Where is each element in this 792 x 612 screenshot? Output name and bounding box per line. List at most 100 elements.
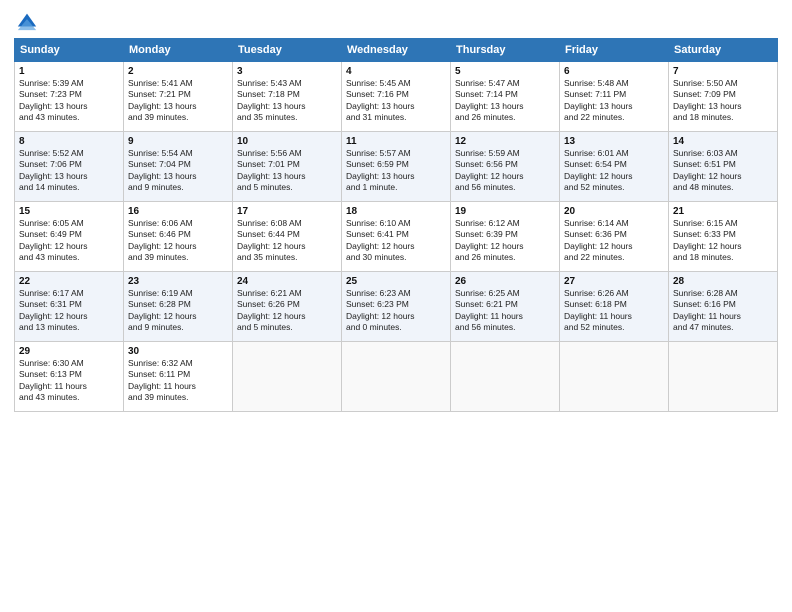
week-row-2: 8Sunrise: 5:52 AMSunset: 7:06 PMDaylight… bbox=[15, 132, 778, 202]
calendar-cell: 5Sunrise: 5:47 AMSunset: 7:14 PMDaylight… bbox=[451, 62, 560, 132]
col-header-monday: Monday bbox=[124, 39, 233, 62]
day-info: Sunrise: 6:03 AMSunset: 6:51 PMDaylight:… bbox=[673, 148, 773, 194]
day-info: Sunrise: 6:08 AMSunset: 6:44 PMDaylight:… bbox=[237, 218, 337, 264]
calendar-cell: 25Sunrise: 6:23 AMSunset: 6:23 PMDayligh… bbox=[342, 272, 451, 342]
day-info: Sunrise: 6:17 AMSunset: 6:31 PMDaylight:… bbox=[19, 288, 119, 334]
calendar-cell: 18Sunrise: 6:10 AMSunset: 6:41 PMDayligh… bbox=[342, 202, 451, 272]
calendar-cell: 28Sunrise: 6:28 AMSunset: 6:16 PMDayligh… bbox=[669, 272, 778, 342]
calendar-cell: 23Sunrise: 6:19 AMSunset: 6:28 PMDayligh… bbox=[124, 272, 233, 342]
day-number: 18 bbox=[346, 206, 446, 217]
page: SundayMondayTuesdayWednesdayThursdayFrid… bbox=[0, 0, 792, 612]
day-info: Sunrise: 6:23 AMSunset: 6:23 PMDaylight:… bbox=[346, 288, 446, 334]
day-number: 7 bbox=[673, 66, 773, 77]
day-number: 14 bbox=[673, 136, 773, 147]
calendar-cell: 9Sunrise: 5:54 AMSunset: 7:04 PMDaylight… bbox=[124, 132, 233, 202]
calendar-cell: 21Sunrise: 6:15 AMSunset: 6:33 PMDayligh… bbox=[669, 202, 778, 272]
calendar-cell: 26Sunrise: 6:25 AMSunset: 6:21 PMDayligh… bbox=[451, 272, 560, 342]
calendar-cell bbox=[233, 342, 342, 412]
calendar-cell: 8Sunrise: 5:52 AMSunset: 7:06 PMDaylight… bbox=[15, 132, 124, 202]
calendar-cell: 14Sunrise: 6:03 AMSunset: 6:51 PMDayligh… bbox=[669, 132, 778, 202]
day-number: 1 bbox=[19, 66, 119, 77]
calendar-cell: 16Sunrise: 6:06 AMSunset: 6:46 PMDayligh… bbox=[124, 202, 233, 272]
day-number: 12 bbox=[455, 136, 555, 147]
calendar-cell: 10Sunrise: 5:56 AMSunset: 7:01 PMDayligh… bbox=[233, 132, 342, 202]
day-info: Sunrise: 6:28 AMSunset: 6:16 PMDaylight:… bbox=[673, 288, 773, 334]
calendar-cell: 11Sunrise: 5:57 AMSunset: 6:59 PMDayligh… bbox=[342, 132, 451, 202]
calendar-cell: 30Sunrise: 6:32 AMSunset: 6:11 PMDayligh… bbox=[124, 342, 233, 412]
calendar-cell bbox=[560, 342, 669, 412]
day-number: 25 bbox=[346, 276, 446, 287]
day-number: 16 bbox=[128, 206, 228, 217]
day-number: 27 bbox=[564, 276, 664, 287]
day-number: 28 bbox=[673, 276, 773, 287]
calendar-cell: 7Sunrise: 5:50 AMSunset: 7:09 PMDaylight… bbox=[669, 62, 778, 132]
day-number: 11 bbox=[346, 136, 446, 147]
calendar-cell: 6Sunrise: 5:48 AMSunset: 7:11 PMDaylight… bbox=[560, 62, 669, 132]
day-number: 20 bbox=[564, 206, 664, 217]
week-row-3: 15Sunrise: 6:05 AMSunset: 6:49 PMDayligh… bbox=[15, 202, 778, 272]
calendar-cell: 22Sunrise: 6:17 AMSunset: 6:31 PMDayligh… bbox=[15, 272, 124, 342]
calendar-cell: 3Sunrise: 5:43 AMSunset: 7:18 PMDaylight… bbox=[233, 62, 342, 132]
calendar-cell bbox=[451, 342, 560, 412]
day-info: Sunrise: 6:26 AMSunset: 6:18 PMDaylight:… bbox=[564, 288, 664, 334]
day-info: Sunrise: 5:54 AMSunset: 7:04 PMDaylight:… bbox=[128, 148, 228, 194]
logo bbox=[14, 10, 38, 32]
col-header-sunday: Sunday bbox=[15, 39, 124, 62]
day-number: 13 bbox=[564, 136, 664, 147]
calendar-cell bbox=[342, 342, 451, 412]
calendar-cell bbox=[669, 342, 778, 412]
day-number: 23 bbox=[128, 276, 228, 287]
day-number: 2 bbox=[128, 66, 228, 77]
day-info: Sunrise: 5:47 AMSunset: 7:14 PMDaylight:… bbox=[455, 78, 555, 124]
day-number: 4 bbox=[346, 66, 446, 77]
day-info: Sunrise: 5:48 AMSunset: 7:11 PMDaylight:… bbox=[564, 78, 664, 124]
day-number: 6 bbox=[564, 66, 664, 77]
day-number: 30 bbox=[128, 346, 228, 357]
calendar-cell: 13Sunrise: 6:01 AMSunset: 6:54 PMDayligh… bbox=[560, 132, 669, 202]
logo-icon bbox=[16, 10, 38, 32]
day-number: 8 bbox=[19, 136, 119, 147]
day-info: Sunrise: 5:43 AMSunset: 7:18 PMDaylight:… bbox=[237, 78, 337, 124]
calendar-cell: 4Sunrise: 5:45 AMSunset: 7:16 PMDaylight… bbox=[342, 62, 451, 132]
day-info: Sunrise: 5:52 AMSunset: 7:06 PMDaylight:… bbox=[19, 148, 119, 194]
col-header-tuesday: Tuesday bbox=[233, 39, 342, 62]
col-header-friday: Friday bbox=[560, 39, 669, 62]
calendar-header-row: SundayMondayTuesdayWednesdayThursdayFrid… bbox=[15, 39, 778, 62]
day-number: 24 bbox=[237, 276, 337, 287]
day-info: Sunrise: 5:41 AMSunset: 7:21 PMDaylight:… bbox=[128, 78, 228, 124]
day-info: Sunrise: 6:01 AMSunset: 6:54 PMDaylight:… bbox=[564, 148, 664, 194]
day-info: Sunrise: 5:57 AMSunset: 6:59 PMDaylight:… bbox=[346, 148, 446, 194]
day-number: 22 bbox=[19, 276, 119, 287]
col-header-wednesday: Wednesday bbox=[342, 39, 451, 62]
day-number: 10 bbox=[237, 136, 337, 147]
day-number: 29 bbox=[19, 346, 119, 357]
col-header-saturday: Saturday bbox=[669, 39, 778, 62]
week-row-5: 29Sunrise: 6:30 AMSunset: 6:13 PMDayligh… bbox=[15, 342, 778, 412]
week-row-4: 22Sunrise: 6:17 AMSunset: 6:31 PMDayligh… bbox=[15, 272, 778, 342]
calendar-cell: 27Sunrise: 6:26 AMSunset: 6:18 PMDayligh… bbox=[560, 272, 669, 342]
day-info: Sunrise: 6:14 AMSunset: 6:36 PMDaylight:… bbox=[564, 218, 664, 264]
calendar-cell: 2Sunrise: 5:41 AMSunset: 7:21 PMDaylight… bbox=[124, 62, 233, 132]
day-number: 9 bbox=[128, 136, 228, 147]
calendar-table: SundayMondayTuesdayWednesdayThursdayFrid… bbox=[14, 38, 778, 412]
day-info: Sunrise: 6:21 AMSunset: 6:26 PMDaylight:… bbox=[237, 288, 337, 334]
calendar-cell: 17Sunrise: 6:08 AMSunset: 6:44 PMDayligh… bbox=[233, 202, 342, 272]
day-info: Sunrise: 6:19 AMSunset: 6:28 PMDaylight:… bbox=[128, 288, 228, 334]
day-number: 15 bbox=[19, 206, 119, 217]
col-header-thursday: Thursday bbox=[451, 39, 560, 62]
day-info: Sunrise: 6:06 AMSunset: 6:46 PMDaylight:… bbox=[128, 218, 228, 264]
week-row-1: 1Sunrise: 5:39 AMSunset: 7:23 PMDaylight… bbox=[15, 62, 778, 132]
calendar-cell: 15Sunrise: 6:05 AMSunset: 6:49 PMDayligh… bbox=[15, 202, 124, 272]
calendar-cell: 1Sunrise: 5:39 AMSunset: 7:23 PMDaylight… bbox=[15, 62, 124, 132]
calendar-cell: 12Sunrise: 5:59 AMSunset: 6:56 PMDayligh… bbox=[451, 132, 560, 202]
header bbox=[14, 10, 778, 32]
day-info: Sunrise: 6:10 AMSunset: 6:41 PMDaylight:… bbox=[346, 218, 446, 264]
day-info: Sunrise: 5:56 AMSunset: 7:01 PMDaylight:… bbox=[237, 148, 337, 194]
day-number: 21 bbox=[673, 206, 773, 217]
day-number: 17 bbox=[237, 206, 337, 217]
day-info: Sunrise: 6:25 AMSunset: 6:21 PMDaylight:… bbox=[455, 288, 555, 334]
day-number: 5 bbox=[455, 66, 555, 77]
day-info: Sunrise: 6:12 AMSunset: 6:39 PMDaylight:… bbox=[455, 218, 555, 264]
day-number: 19 bbox=[455, 206, 555, 217]
day-info: Sunrise: 5:59 AMSunset: 6:56 PMDaylight:… bbox=[455, 148, 555, 194]
